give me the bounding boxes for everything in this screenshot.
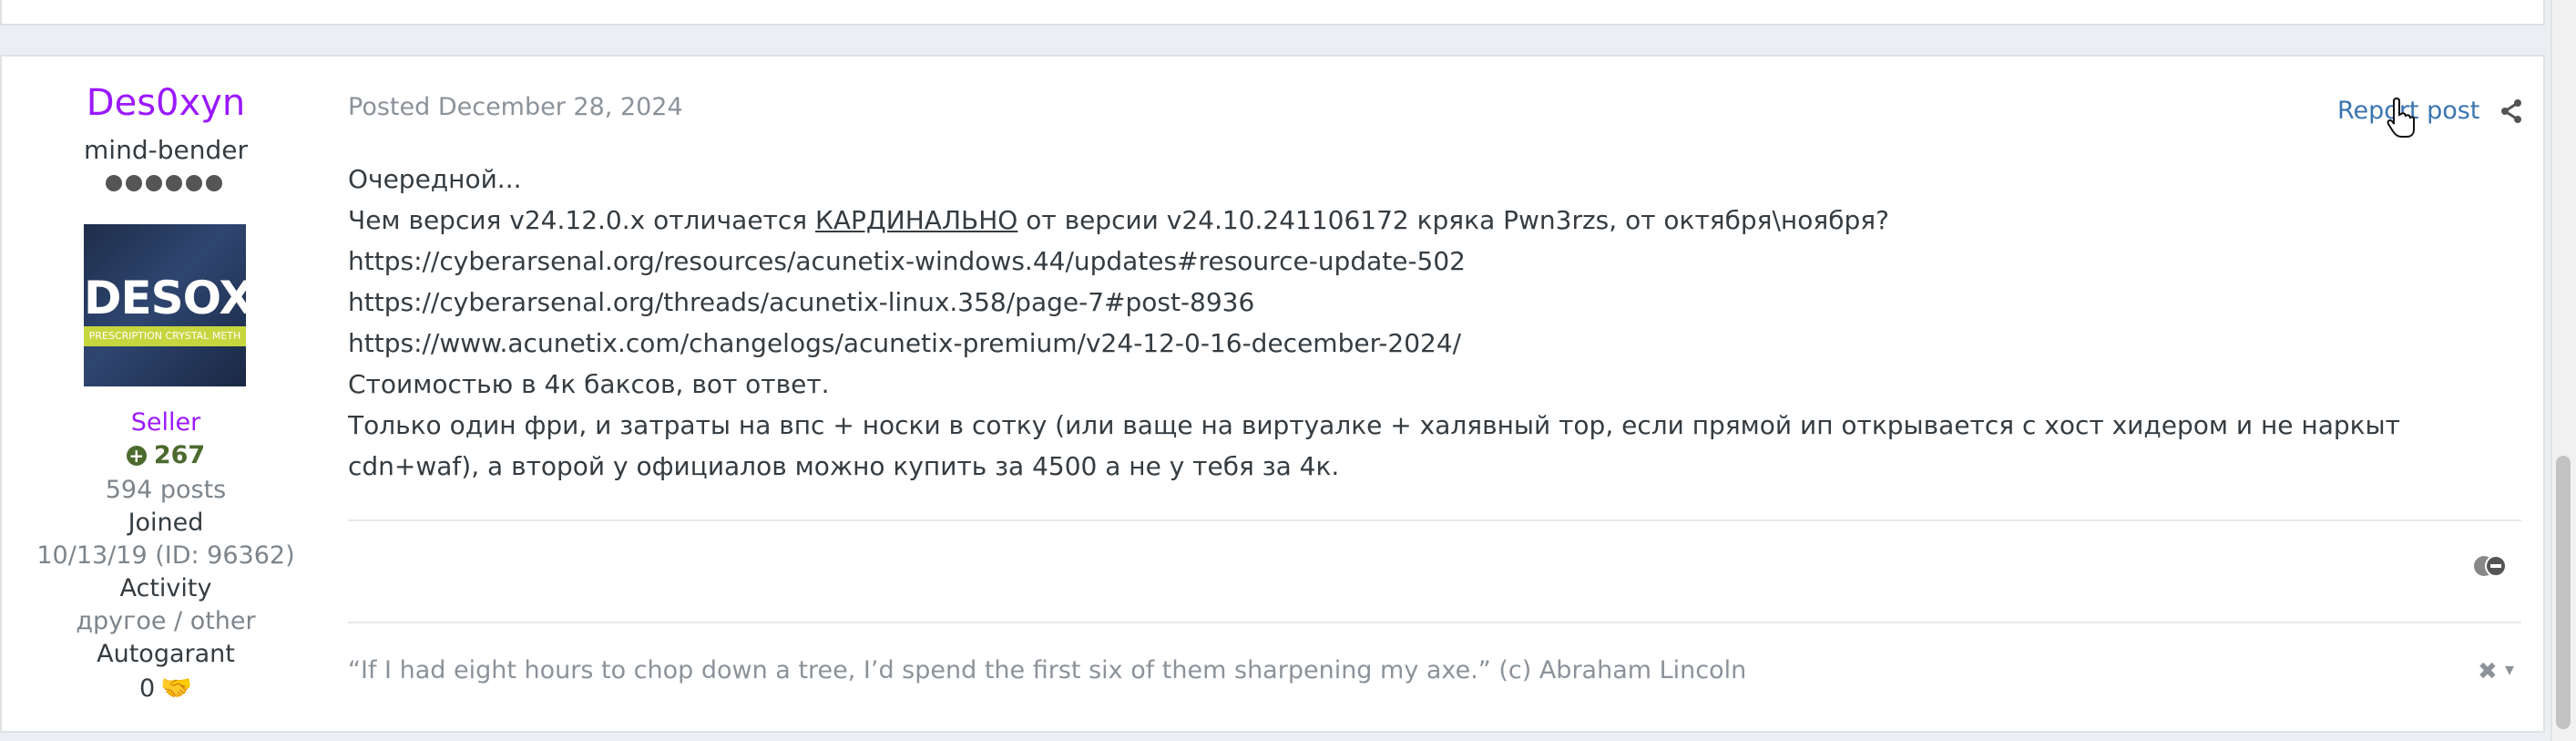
rank-pip bbox=[126, 175, 142, 191]
caret-down-icon[interactable]: ▾ bbox=[2505, 658, 2514, 680]
plus-circle-icon: + bbox=[126, 446, 147, 466]
reputation-badge[interactable]: +267 bbox=[2, 441, 330, 469]
rank-pip bbox=[106, 175, 122, 191]
divider bbox=[348, 622, 2521, 623]
activity-value: другое / other bbox=[76, 607, 256, 635]
post-text-fragment: Чем версия v24.12.0.x отличается bbox=[348, 205, 816, 235]
post-line: Только один фри, и затраты на впс + носк… bbox=[348, 410, 2400, 481]
autogarant-count: 0 bbox=[138, 674, 156, 703]
author-title: mind-bender bbox=[84, 135, 248, 165]
handshake-icon: 🤝 bbox=[160, 673, 193, 703]
rank-pip bbox=[186, 175, 202, 191]
post-url-line: https://cyberarsenal.org/threads/acuneti… bbox=[348, 287, 1255, 317]
forum-post: Des0xyn mind-bender DESOXYN PRESCRIPTION… bbox=[0, 55, 2545, 733]
reaction-icon[interactable] bbox=[2472, 554, 2509, 578]
divider bbox=[348, 520, 2521, 521]
autogarant-label: Autogarant bbox=[97, 640, 235, 668]
post-date: Posted December 28, 2024 bbox=[348, 93, 683, 121]
activity-label: Activity bbox=[119, 574, 212, 602]
avatar-logo-text: DESOXYN bbox=[84, 272, 246, 324]
scrollbar-thumb[interactable] bbox=[2556, 456, 2571, 729]
scrollbar[interactable] bbox=[2550, 0, 2576, 741]
autogarant-value: 0 🤝 bbox=[2, 673, 330, 703]
post-text-fragment: от версии v24.10.241106172 кряка Pwn3rzs… bbox=[1017, 205, 1889, 235]
avatar-band-text: PRESCRIPTION CRYSTAL METH bbox=[84, 326, 246, 346]
post-url-line: https://cyberarsenal.org/resources/acune… bbox=[348, 246, 1466, 276]
post-line: Стоимостью в 4к баксов, вот ответ. bbox=[348, 369, 830, 399]
signature: “If I had eight hours to chop down a tre… bbox=[348, 656, 1747, 684]
avatar[interactable]: DESOXYN PRESCRIPTION CRYSTAL METH bbox=[84, 224, 246, 386]
rank-pip bbox=[166, 175, 182, 191]
rank-pip bbox=[206, 175, 222, 191]
previous-post-bottom bbox=[0, 0, 2545, 26]
author-group: Seller bbox=[130, 408, 201, 437]
reputation-value: 267 bbox=[153, 441, 206, 469]
post-line: Очередной... bbox=[348, 164, 522, 194]
joined-label: Joined bbox=[128, 509, 204, 537]
rank-pips bbox=[106, 175, 222, 195]
close-icon[interactable]: ✖ bbox=[2478, 658, 2498, 685]
author-post-count[interactable]: 594 posts bbox=[2, 476, 330, 504]
underlined-text: КАРДИНАЛЬНО bbox=[815, 205, 1018, 235]
hand-cursor-icon bbox=[2387, 97, 2415, 138]
share-icon[interactable] bbox=[2499, 98, 2523, 124]
joined-value: 10/13/19 (ID: 96362) bbox=[36, 541, 295, 570]
rank-pip bbox=[146, 175, 162, 191]
author-name[interactable]: Des0xyn bbox=[2, 82, 330, 124]
post-line-question: Чем версия v24.12.0.x отличается КАРДИНА… bbox=[348, 200, 2525, 241]
post-url-line: https://www.acunetix.com/changelogs/acun… bbox=[348, 328, 1462, 358]
post-content: Очередной... Чем версия v24.12.0.x отлич… bbox=[348, 159, 2525, 487]
